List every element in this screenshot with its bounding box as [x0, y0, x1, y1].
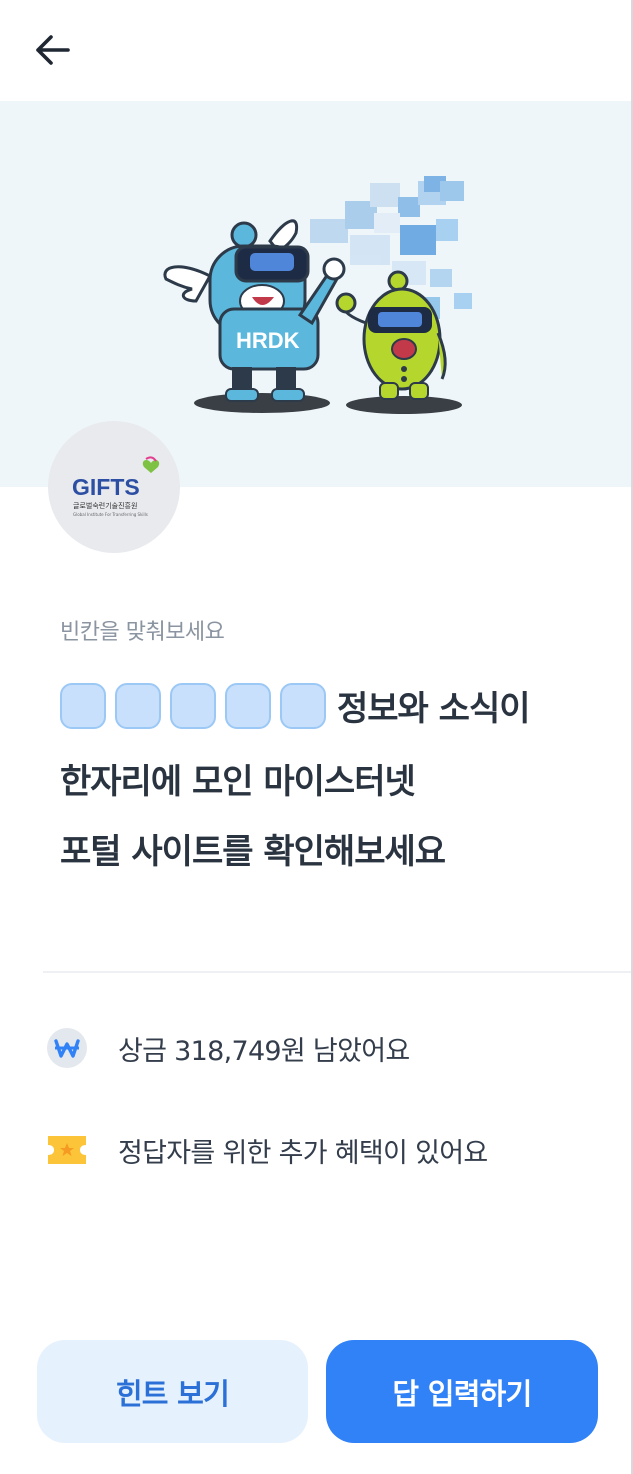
question-line-1-text: 정보와 소식이: [337, 689, 531, 729]
answer-blank: [170, 682, 216, 729]
logo-subtitle: 글로벌숙련기술진흥원: [73, 501, 137, 510]
answer-blank: [280, 682, 326, 729]
quiz-question-line-2: 한자리에 모인 마이스터넷: [60, 762, 416, 802]
organization-logo: GIFTS 글로벌숙련기술진흥원 Global Institute For Tr…: [48, 421, 180, 553]
prize-remaining-text: 상금 318,749원 남았어요: [118, 1035, 410, 1067]
divider: [43, 971, 633, 973]
benefit-text: 정답자를 위한 추가 혜택이 있어요: [118, 1137, 488, 1169]
logo-subtitle-en: Global Institute For Transferring Skills: [73, 512, 148, 517]
answer-blank: [60, 682, 106, 729]
answer-blank: [115, 682, 161, 729]
hrdk-mascot-text: HRDK: [236, 328, 300, 353]
quiz-question-line-1: 정보와 소식이: [60, 681, 531, 730]
logo-text: GIFTS: [72, 474, 140, 500]
quiz-question-line-3: 포털 사이트를 확인해보세요: [60, 832, 446, 872]
back-button[interactable]: [24, 24, 80, 80]
quiz-instruction: 빈칸을 맞춰보세요: [60, 620, 225, 645]
hint-button[interactable]: 힌트 보기: [37, 1340, 308, 1443]
arrow-left-icon: [32, 30, 72, 74]
ticket-star-icon: [46, 1129, 88, 1171]
benefit-info-row: 정답자를 위한 추가 혜택이 있어요: [46, 1129, 488, 1171]
won-coin-icon: [46, 1027, 88, 1069]
prize-info-row: 상금 318,749원 남았어요: [46, 1027, 410, 1069]
top-bar: [0, 0, 633, 101]
enter-answer-button[interactable]: 답 입력하기: [326, 1340, 598, 1443]
answer-blank: [225, 682, 271, 729]
